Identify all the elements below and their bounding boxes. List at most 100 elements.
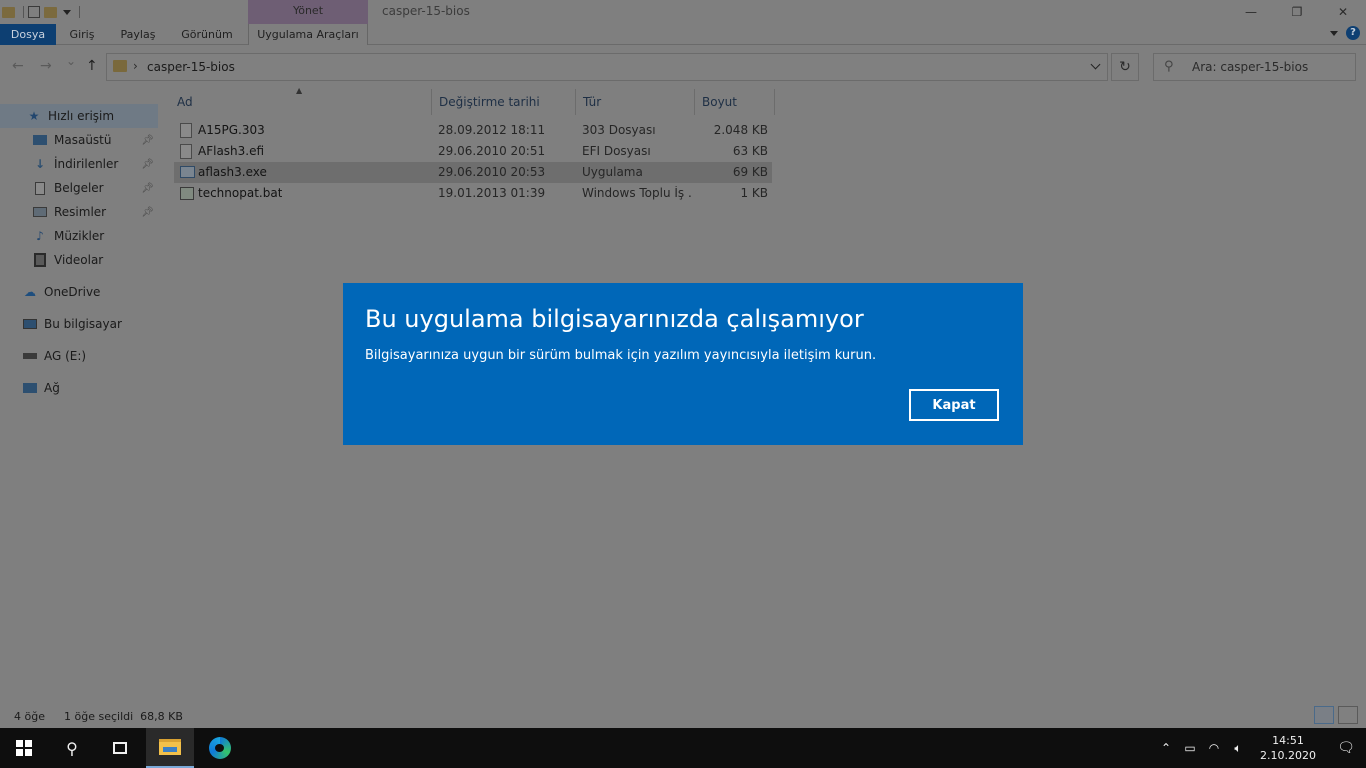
selection-info: 1 öğe seçildi 68,8 KB xyxy=(64,710,183,723)
manage-contextual-tab[interactable]: Yönet xyxy=(248,0,368,24)
tab-home[interactable]: Giriş xyxy=(56,24,108,45)
file-row-technopat-bat[interactable]: technopat.bat 19.01.2013 01:39 Windows T… xyxy=(174,183,772,204)
address-bar[interactable]: › casper-15-bios xyxy=(106,53,1108,81)
sidebar-item-label: İndirilenler xyxy=(54,157,119,171)
sidebar-item-videos[interactable]: Videolar xyxy=(0,248,158,272)
volume-icon[interactable]: 🔈︎ xyxy=(1226,741,1250,756)
file-modified: 29.06.2010 20:53 xyxy=(438,165,546,179)
help-icon[interactable]: ? xyxy=(1346,26,1360,40)
wifi-icon[interactable]: ◠ xyxy=(1202,741,1226,755)
up-button[interactable]: ↑ xyxy=(86,58,98,74)
window-controls: — ❐ ✕ xyxy=(1228,0,1366,24)
battery-icon[interactable]: ▭ xyxy=(1178,741,1202,755)
search-icon: ⚲ xyxy=(66,738,78,758)
task-view-icon xyxy=(113,742,127,754)
customize-toolbar-icon[interactable] xyxy=(63,9,71,15)
start-button[interactable] xyxy=(0,728,48,768)
sidebar-item-label: Ağ xyxy=(44,381,60,395)
new-folder-icon[interactable] xyxy=(44,6,57,18)
sidebar-item-desktop[interactable]: Masaüstü 📌︎ xyxy=(0,128,158,152)
restore-button[interactable]: ❐ xyxy=(1274,0,1320,24)
separator xyxy=(23,6,24,18)
pin-icon[interactable]: 📌︎ xyxy=(141,159,154,170)
file-row-aflash3-exe[interactable]: aflash3.exe 29.06.2010 20:53 Uygulama 69… xyxy=(174,162,772,183)
star-icon: ★ xyxy=(28,109,40,123)
music-icon: ♪ xyxy=(36,229,44,243)
pin-icon[interactable]: 📌︎ xyxy=(141,135,154,146)
search-taskbar-button[interactable]: ⚲ xyxy=(48,728,96,768)
breadcrumb-separator[interactable]: › xyxy=(133,59,138,73)
sidebar-item-quick-access[interactable]: ★ Hızlı erişim xyxy=(0,104,158,128)
back-button[interactable]: ← xyxy=(12,58,24,74)
forward-button[interactable]: → xyxy=(40,58,52,74)
column-header-type[interactable]: Tür xyxy=(576,89,695,115)
item-count: 4 öğe xyxy=(14,710,45,723)
chevron-down-icon[interactable] xyxy=(1090,59,1101,70)
edge-taskbar-button[interactable] xyxy=(196,728,244,768)
sidebar-item-network[interactable]: Ağ xyxy=(0,376,158,400)
separator xyxy=(79,6,80,18)
file-explorer-taskbar-button[interactable] xyxy=(146,728,194,768)
application-icon xyxy=(180,166,195,178)
file-name: AFlash3.efi xyxy=(198,144,265,158)
tab-file[interactable]: Dosya xyxy=(0,24,56,45)
pin-icon[interactable]: 📌︎ xyxy=(141,207,154,218)
tab-application-tools[interactable]: Uygulama Araçları xyxy=(248,24,368,45)
windows-logo-icon xyxy=(16,740,32,756)
pin-icon[interactable]: 📌︎ xyxy=(141,183,154,194)
details-view-icon[interactable] xyxy=(1314,706,1334,724)
recent-locations-button[interactable]: ⌄ xyxy=(66,54,76,68)
file-name: technopat.bat xyxy=(198,186,283,200)
file-size: 2.048 KB xyxy=(713,123,768,137)
file-type: Uygulama xyxy=(582,165,643,179)
quick-access-toolbar xyxy=(0,2,80,22)
file-explorer-icon xyxy=(159,739,181,755)
ribbon-tabs: Dosya Giriş Paylaş Görünüm Uygulama Araç… xyxy=(0,24,1366,45)
clock-date: 2.10.2020 xyxy=(1260,749,1316,762)
notifications-icon[interactable]: 🗨︎ xyxy=(1326,740,1366,756)
clock-time: 14:51 xyxy=(1272,734,1304,747)
system-tray: ⌃ ▭ ◠ 🔈︎ 14:51 2.10.2020 🗨︎ xyxy=(1154,728,1366,768)
large-icons-view-icon[interactable] xyxy=(1338,706,1358,724)
column-header-size[interactable]: Boyut xyxy=(695,89,775,115)
sidebar-item-drive-e[interactable]: AG (E:) xyxy=(0,344,158,368)
file-name: A15PG.303 xyxy=(198,123,265,137)
folder-icon xyxy=(113,60,127,72)
properties-icon[interactable] xyxy=(28,6,40,18)
task-view-button[interactable] xyxy=(96,728,144,768)
drive-icon xyxy=(22,348,38,364)
file-row-aflash3-efi[interactable]: AFlash3.efi 29.06.2010 20:51 EFI Dosyası… xyxy=(174,141,772,162)
column-header-name[interactable]: Ad xyxy=(170,89,432,115)
close-window-button[interactable]: ✕ xyxy=(1320,0,1366,24)
refresh-button[interactable]: ↻ xyxy=(1111,53,1139,81)
dialog-message: Bilgisayarınıza uygun bir sürüm bulmak i… xyxy=(365,348,877,363)
tab-view[interactable]: Görünüm xyxy=(168,24,246,45)
computer-icon xyxy=(22,316,38,332)
expand-ribbon-icon[interactable] xyxy=(1330,30,1338,36)
sidebar-item-label: Masaüstü xyxy=(54,133,112,147)
sidebar-item-label: Resimler xyxy=(54,205,107,219)
sidebar-item-this-pc[interactable]: Bu bilgisayar xyxy=(0,312,158,336)
breadcrumb-current-folder[interactable]: casper-15-bios xyxy=(147,60,235,74)
sidebar-item-onedrive[interactable]: ☁ OneDrive xyxy=(0,280,158,304)
sidebar-item-documents[interactable]: Belgeler 📌︎ xyxy=(0,176,158,200)
search-input[interactable] xyxy=(1192,60,1352,74)
close-button[interactable]: Kapat xyxy=(909,389,999,421)
minimize-button[interactable]: — xyxy=(1228,0,1274,24)
download-icon: ↓ xyxy=(34,157,46,171)
column-header-modified[interactable]: Değiştirme tarihi xyxy=(432,89,576,115)
sidebar-item-pictures[interactable]: Resimler 📌︎ xyxy=(0,200,158,224)
file-icon xyxy=(180,144,192,159)
tab-share[interactable]: Paylaş xyxy=(108,24,168,45)
folder-icon[interactable] xyxy=(2,6,15,18)
chevron-up-icon[interactable]: ⌃ xyxy=(1154,741,1178,755)
sidebar-item-music[interactable]: ♪ Müzikler xyxy=(0,224,158,248)
search-box[interactable]: ⚲ xyxy=(1153,53,1356,81)
dialog-title: Bu uygulama bilgisayarınızda çalışamıyor xyxy=(365,305,864,333)
error-dialog: Bu uygulama bilgisayarınızda çalışamıyor… xyxy=(343,283,1023,445)
sidebar-item-label: OneDrive xyxy=(44,285,101,299)
sidebar-item-downloads[interactable]: ↓ İndirilenler 📌︎ xyxy=(0,152,158,176)
clock[interactable]: 14:51 2.10.2020 xyxy=(1250,733,1326,763)
file-size: 63 KB xyxy=(732,144,768,158)
file-row-a15pg[interactable]: A15PG.303 28.09.2012 18:11 303 Dosyası 2… xyxy=(174,120,772,141)
